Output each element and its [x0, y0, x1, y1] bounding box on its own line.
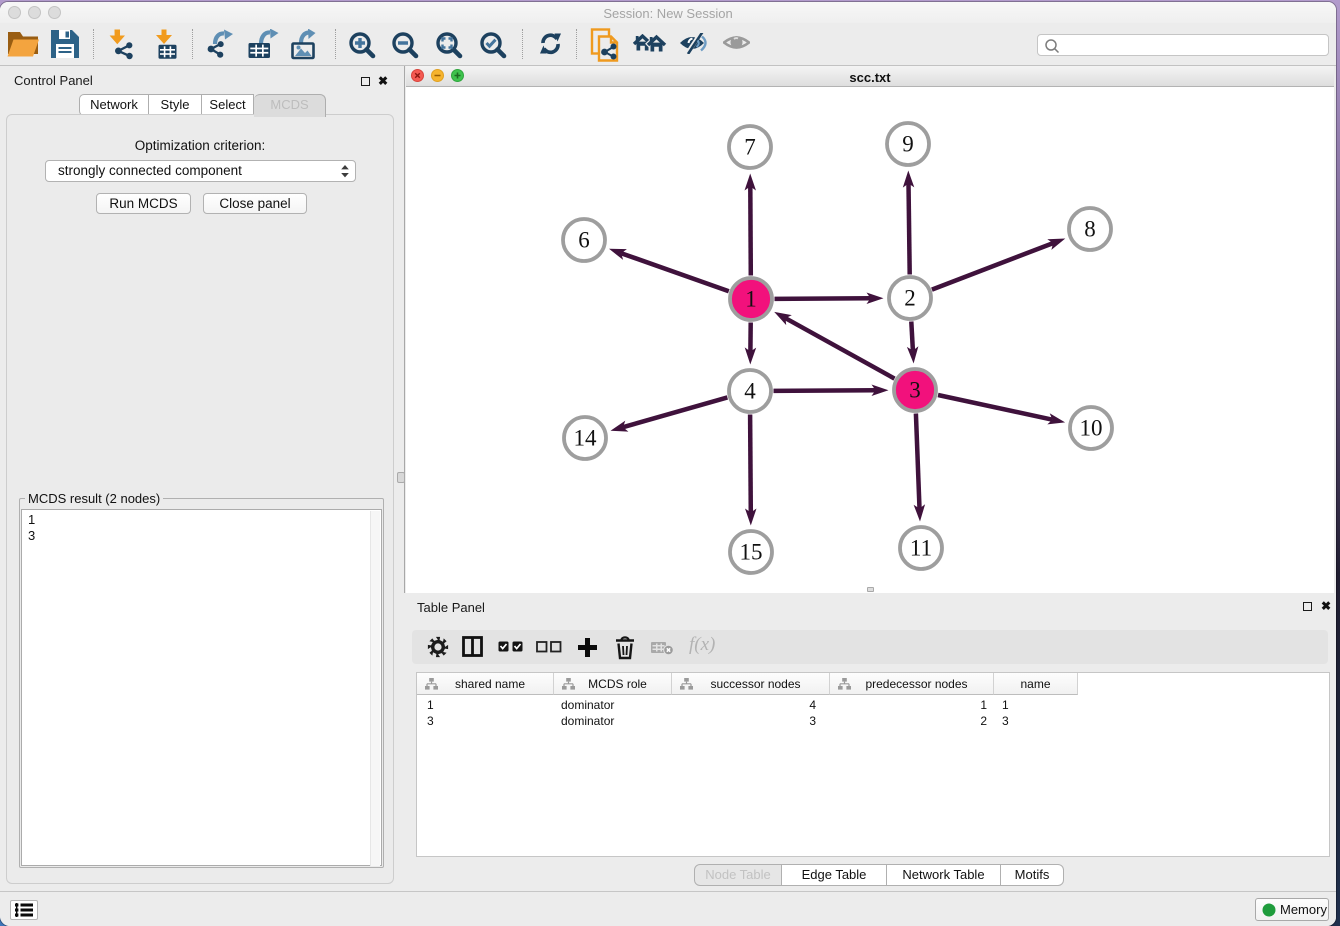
svg-text:6: 6 — [578, 228, 590, 253]
svg-text:8: 8 — [1084, 217, 1096, 242]
svg-text:3: 3 — [909, 378, 921, 403]
svg-text:10: 10 — [1080, 416, 1103, 441]
svg-text:4: 4 — [744, 379, 756, 404]
svg-text:11: 11 — [910, 536, 932, 561]
svg-text:1: 1 — [745, 287, 757, 312]
svg-text:15: 15 — [740, 540, 763, 565]
svg-text:9: 9 — [902, 132, 914, 157]
svg-text:2: 2 — [904, 286, 916, 311]
svg-text:7: 7 — [744, 135, 756, 160]
svg-text:14: 14 — [574, 426, 598, 451]
